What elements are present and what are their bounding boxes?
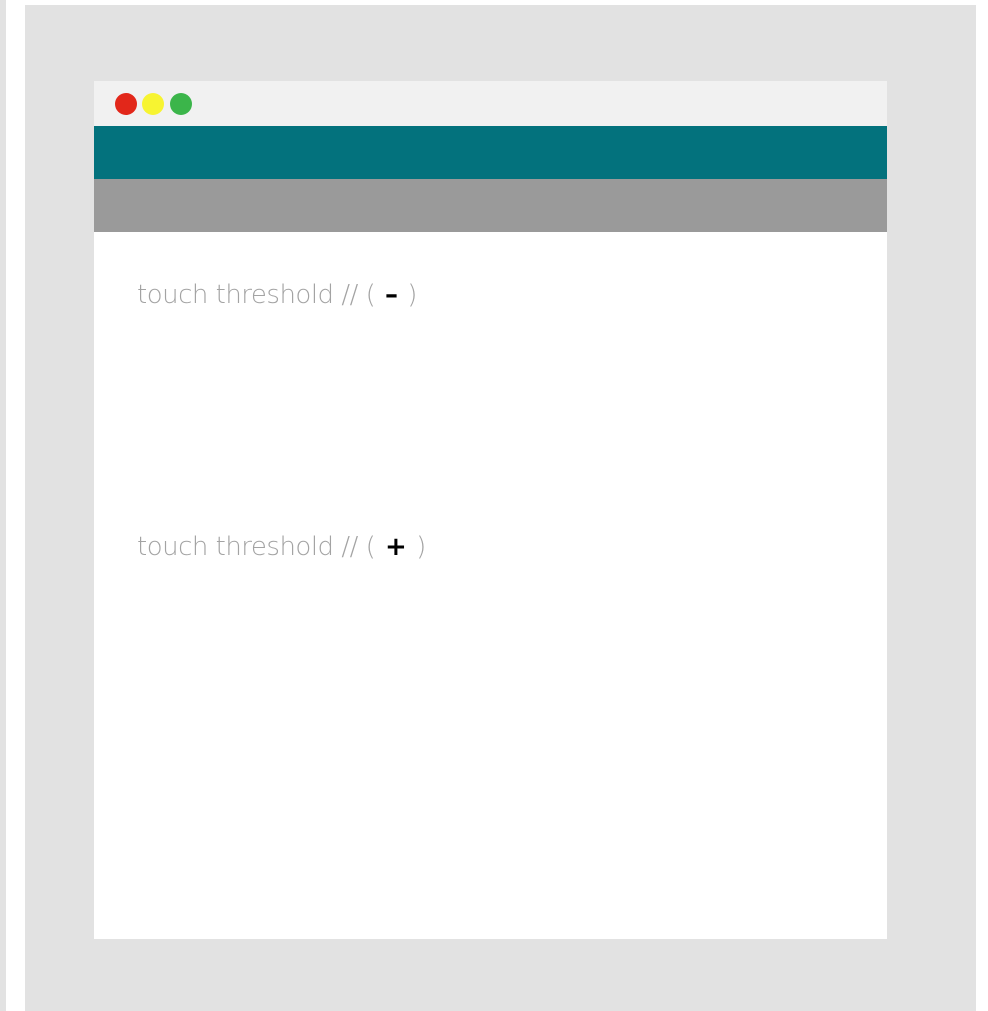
touch-threshold-decrease-close: ) [407,280,417,310]
touch-threshold-increase-close: ) [416,532,426,562]
close-dot-icon[interactable] [115,93,137,115]
app-window: touch threshold // ( – ) touch threshold… [94,81,887,939]
window-titlebar [94,81,887,126]
touch-threshold-decrease-label: touch threshold // ( [137,280,376,310]
left-edge-strip [0,0,6,1011]
minimize-dot-icon[interactable] [142,93,164,115]
increase-threshold-button[interactable]: + [383,532,408,562]
decrease-threshold-button[interactable]: – [383,280,400,310]
touch-threshold-decrease-control: touch threshold // ( – ) [137,280,417,310]
sub-header-bar [94,179,887,232]
header-bar [94,126,887,179]
touch-threshold-increase-label: touch threshold // ( [137,532,376,562]
touch-threshold-increase-control: touch threshold // ( + ) [137,532,426,562]
maximize-dot-icon[interactable] [170,93,192,115]
